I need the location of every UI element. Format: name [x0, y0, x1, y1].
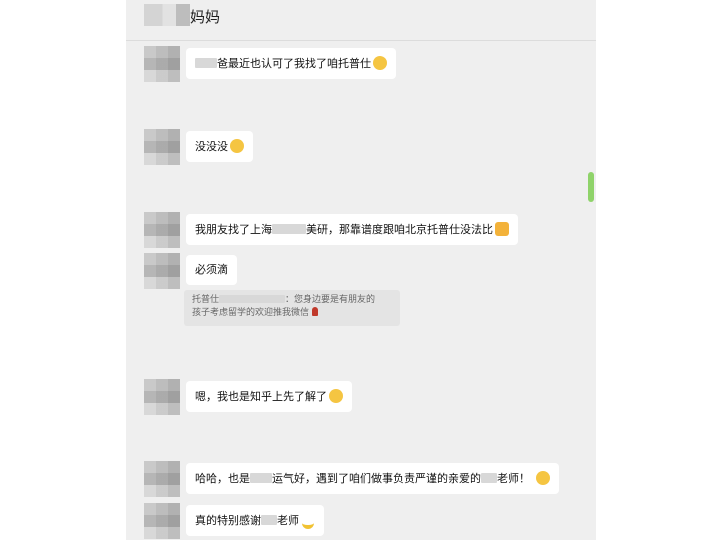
avatar[interactable] — [144, 253, 180, 289]
message-bubble[interactable]: 哈哈，也是 运气好，遇到了咱们做事负责严谨的亲爱的 老师！ — [186, 463, 559, 494]
quote-line-1: 托普仕 ：您身边要是有朋友的 — [192, 294, 392, 307]
avatar[interactable] — [144, 129, 180, 165]
smile-emoji-icon — [373, 56, 387, 70]
avatar[interactable] — [144, 461, 180, 497]
smile-emoji-icon — [536, 471, 550, 485]
rose-emoji-icon — [311, 307, 318, 316]
quote-text: ：您身边要是有朋友的 — [285, 295, 376, 305]
chat-header: 妈妈 — [126, 0, 596, 41]
redacted-text — [250, 473, 272, 483]
message-text: 真的特别感谢 — [195, 514, 261, 527]
message-text: 运气好，遇到了咱们做事负责严谨的亲爱的 — [272, 472, 481, 485]
grin-emoji-icon — [329, 389, 343, 403]
message-bubble[interactable]: 必须滴 — [186, 255, 237, 285]
avatar[interactable] — [144, 46, 180, 82]
thinking-emoji-icon — [230, 139, 244, 153]
redacted-text — [481, 473, 497, 483]
avatar[interactable] — [144, 503, 180, 539]
contact-name-redacted — [144, 4, 190, 26]
quote-line-2: 孩子考虑留学的欢迎推我微信 — [192, 307, 392, 320]
message-text: 老师！ — [497, 472, 530, 485]
message-text: 嗯，我也是知乎上先了解了 — [195, 390, 327, 403]
message-bubble[interactable]: 爸最近也认可了我找了咱托普仕 — [186, 48, 396, 79]
message-text: 老师 — [277, 514, 299, 527]
redacted-text — [219, 295, 286, 303]
message-text: 美研，那靠谱度跟咱北京托普仕没法比 — [306, 223, 493, 236]
message-text: 爸最近也认可了我找了咱托普仕 — [217, 57, 371, 70]
message-text: 没没没 — [195, 140, 228, 153]
message-text: 哈哈，也是 — [195, 472, 250, 485]
chat-title: 妈妈 — [190, 8, 221, 26]
message-bubble[interactable]: 嗯，我也是知乎上先了解了 — [186, 381, 352, 412]
message-text: 我朋友找了上海 — [195, 223, 272, 236]
redacted-text — [272, 224, 306, 234]
scrollbar-thumb[interactable] — [588, 172, 594, 202]
banana-emoji-icon — [301, 513, 315, 529]
quote-text: 孩子考虑留学的欢迎推我微信 — [192, 308, 310, 318]
cat-emoji-icon — [495, 222, 509, 236]
avatar[interactable] — [144, 212, 180, 248]
message-bubble[interactable]: 真的特别感谢 老师 — [186, 505, 324, 536]
message-text: 必须滴 — [195, 263, 228, 276]
redacted-text — [195, 58, 217, 68]
message-bubble[interactable]: 我朋友找了上海 美研，那靠谱度跟咱北京托普仕没法比 — [186, 214, 518, 245]
quoted-message[interactable]: 托普仕 ：您身边要是有朋友的 孩子考虑留学的欢迎推我微信 — [184, 290, 400, 326]
avatar[interactable] — [144, 379, 180, 415]
redacted-text — [261, 515, 277, 525]
chat-panel: 妈妈 爸最近也认可了我找了咱托普仕 没没没 我朋友找了上海 美研，那靠谱度跟咱北京… — [126, 0, 596, 540]
quote-sender: 托普仕 — [192, 295, 220, 305]
message-bubble[interactable]: 没没没 — [186, 131, 253, 162]
